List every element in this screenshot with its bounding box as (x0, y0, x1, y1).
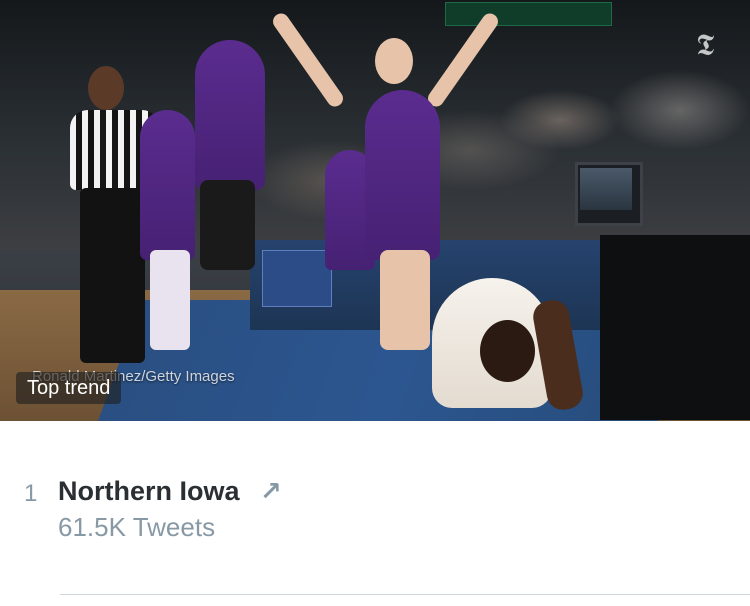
monitor-screen (580, 168, 632, 210)
referee-pants (80, 188, 145, 363)
arrow-up-right-icon: ↗ (260, 476, 282, 506)
player-arms-raised-legs (380, 250, 430, 350)
player-arms-raised (365, 90, 440, 260)
referee-head (88, 66, 124, 110)
publisher-logo-icon: 𝕿 (696, 28, 715, 63)
table-banner (262, 250, 332, 307)
trend-hero-image[interactable]: 𝕿 Ronald Martinez/Getty Images Top trend (0, 0, 750, 421)
press-table (600, 235, 750, 420)
trend-rank: 1 (24, 480, 38, 507)
player-jumping-legs (200, 180, 255, 270)
list-divider (60, 594, 750, 595)
trend-tweet-count: 61.5K Tweets (58, 512, 216, 542)
player-jumping (195, 40, 265, 190)
player-1-legs (150, 250, 190, 350)
kneeling-player-head (480, 320, 535, 382)
player-celebrating-1 (140, 110, 195, 260)
arena-scoreboard (445, 2, 612, 26)
top-trend-badge: Top trend (16, 372, 122, 404)
trend-name[interactable]: Northern Iowa (58, 476, 240, 507)
player-head (375, 38, 413, 84)
